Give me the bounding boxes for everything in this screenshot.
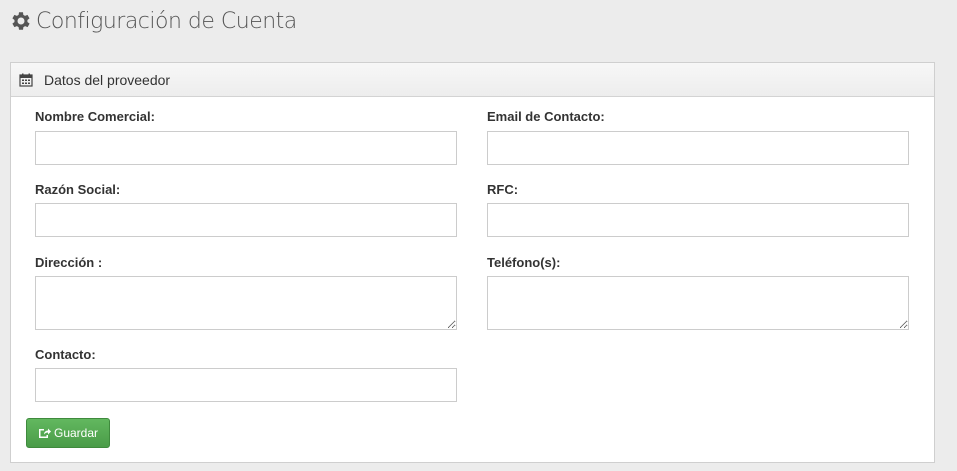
nombre-comercial-label: Nombre Comercial: [35, 109, 155, 124]
rfc-input[interactable] [487, 203, 909, 237]
provider-panel: Datos del proveedor Nombre Comercial: Em… [10, 62, 935, 463]
razon-social-label: Razón Social: [35, 182, 121, 197]
panel-title: Datos del proveedor [44, 71, 171, 88]
share-icon [38, 428, 51, 438]
email-contacto-input[interactable] [487, 131, 909, 165]
save-button-label: Guardar [53, 426, 99, 440]
gear-icon [12, 12, 30, 30]
panel-heading: Datos del proveedor [11, 63, 934, 97]
email-contacto-label: Email de Contacto: [487, 109, 605, 124]
page-header: Configuración de Cuenta [8, 6, 297, 36]
page-title: Configuración de Cuenta [36, 8, 297, 34]
telefonos-textarea[interactable] [487, 276, 909, 330]
contacto-label: Contacto: [35, 347, 96, 362]
telefonos-label: Teléfono(s): [487, 255, 561, 270]
save-button[interactable]: Guardar [26, 418, 110, 448]
contacto-input[interactable] [35, 368, 457, 402]
razon-social-input[interactable] [35, 203, 457, 237]
calendar-icon [19, 73, 33, 87]
direccion-label: Dirección : [35, 255, 103, 270]
nombre-comercial-input[interactable] [35, 131, 457, 165]
direccion-textarea[interactable] [35, 276, 457, 330]
rfc-label: RFC: [487, 182, 519, 197]
